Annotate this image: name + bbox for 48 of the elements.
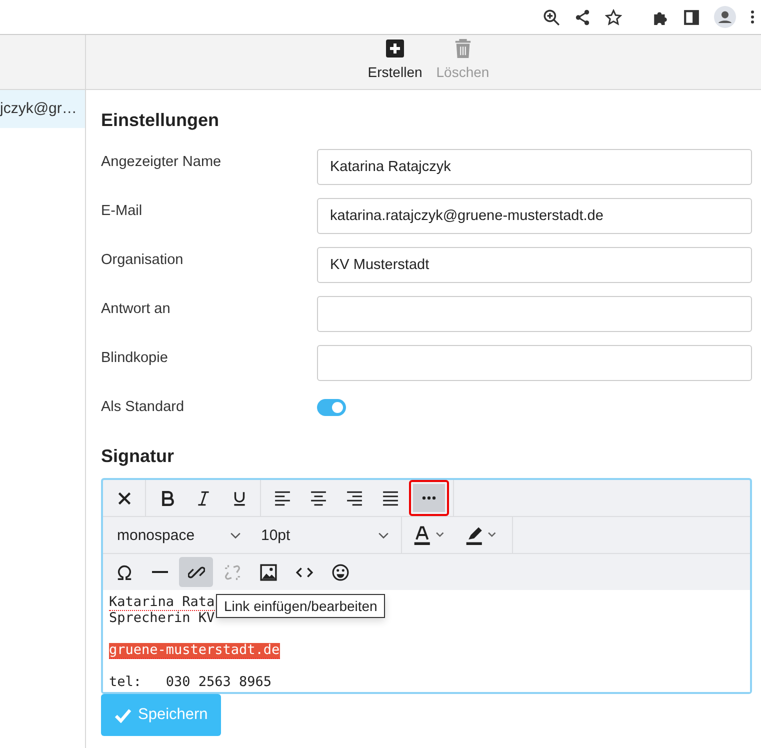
checkmark-icon [114, 708, 132, 722]
omega-icon [116, 564, 132, 580]
toggle-switch[interactable] [317, 399, 346, 416]
field-label: E-Mail [101, 202, 144, 218]
field-label: Organisation [101, 252, 184, 268]
tooltip: Link einfügen/bearbeiten [216, 594, 386, 618]
signature-line: tel: 030 2563 8965 [109, 675, 272, 691]
align-right-icon [346, 490, 362, 506]
signature-line: Sprecherin KV [109, 611, 215, 627]
sidebar-icon[interactable] [683, 8, 700, 26]
field-label: Angezeigter Name [101, 154, 222, 170]
trash-icon [454, 39, 472, 58]
share-icon[interactable] [574, 8, 591, 26]
menu-icon[interactable] [750, 9, 755, 25]
align-left-icon [274, 490, 290, 506]
section-heading: Signatur [101, 446, 176, 468]
create-button[interactable]: Erstellen [366, 35, 424, 89]
input-field[interactable] [317, 296, 752, 332]
image-icon [260, 564, 276, 580]
horizontal-line-icon [151, 571, 169, 573]
star-icon[interactable] [605, 8, 622, 26]
font-family-dropdown[interactable]: monospace [107, 520, 249, 550]
zoom-icon[interactable] [543, 8, 560, 26]
field-label: Blindkopie [101, 350, 169, 366]
chevron-down-icon [230, 532, 241, 538]
plus-icon [386, 39, 404, 58]
input-field[interactable]: katarina.ratajczyk@gruene-musterstadt.de [317, 198, 752, 234]
input-field[interactable]: Katarina Ratajczyk [317, 148, 752, 184]
font-size-dropdown[interactable]: 10pt [251, 520, 397, 550]
close-icon [116, 490, 132, 506]
link-button[interactable] [179, 557, 213, 587]
field-label: Antwort an [101, 300, 172, 316]
smiley-icon [332, 564, 348, 580]
input-field[interactable] [317, 344, 752, 380]
justify-icon [382, 490, 398, 506]
input-field[interactable]: KV Musterstadt [317, 246, 752, 282]
more-button[interactable] [409, 480, 449, 516]
highlighted-link-text: gruene-musterstadt.de [109, 643, 280, 659]
dropdown-value: 10pt [261, 526, 290, 544]
field-label: Als Standard [101, 398, 186, 414]
identity-list-item[interactable]: jczyk@gr… [0, 90, 85, 128]
signature-line: Katarina Rata [109, 595, 215, 611]
align-center-icon [310, 490, 326, 506]
more-icon [421, 496, 437, 500]
chevron-down-icon [378, 532, 389, 538]
dropdown-value: monospace [117, 526, 195, 544]
section-heading: Einstellungen [101, 110, 220, 132]
avatar-icon[interactable] [714, 6, 736, 28]
